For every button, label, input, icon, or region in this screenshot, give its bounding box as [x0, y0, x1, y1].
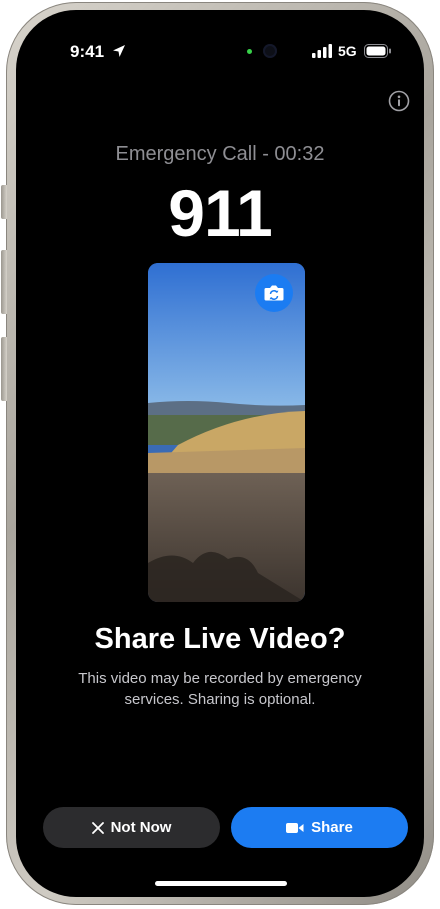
call-number: 911	[168, 176, 272, 250]
status-time: 9:41	[70, 42, 105, 61]
screen: 9:41 5G Emergency Call - 00:32 911 Share…	[16, 10, 424, 897]
prompt-title: Share Live Video?	[94, 623, 346, 655]
share-button[interactable]: Share	[231, 807, 408, 848]
camera-feed-image	[148, 263, 305, 602]
network-type: 5G	[338, 43, 357, 59]
action-button	[1, 185, 7, 219]
close-x-icon	[91, 821, 104, 834]
share-label: Share	[311, 819, 353, 836]
video-camera-icon	[286, 822, 304, 833]
live-video-preview	[148, 263, 305, 602]
volume-up-button	[1, 250, 7, 314]
location-arrow-icon	[113, 45, 125, 57]
front-camera-lens	[263, 44, 277, 58]
prompt-description: This video may be recorded by emergency …	[78, 670, 362, 708]
call-status: Emergency Call - 00:32	[115, 143, 325, 165]
info-icon[interactable]	[388, 90, 410, 112]
not-now-button[interactable]: Not Now	[43, 807, 220, 848]
home-indicator[interactable]	[155, 881, 287, 886]
flip-camera-icon	[264, 285, 284, 301]
cellular-signal-icon	[312, 44, 332, 58]
not-now-label: Not Now	[110, 819, 172, 836]
flip-camera-button[interactable]	[255, 274, 293, 312]
battery-icon	[364, 44, 391, 58]
camera-in-use-indicator	[247, 49, 252, 54]
volume-down-button	[1, 337, 7, 401]
status-bar: 9:41 5G	[16, 10, 424, 70]
dynamic-island	[165, 34, 275, 68]
